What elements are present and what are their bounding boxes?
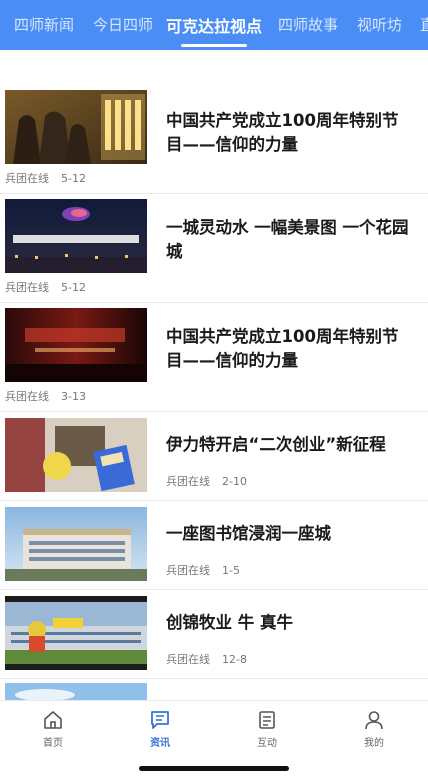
tab-today-sishi[interactable]: 今日四师: [93, 14, 153, 35]
feed-spacer: [0, 50, 428, 88]
tab-sishi-news[interactable]: 四师新闻: [14, 14, 74, 35]
home-icon: [44, 711, 62, 729]
news-item[interactable]: 中国共产党成立100周年特别节目——信仰的力量 兵团在线 5-12: [0, 88, 428, 194]
user-icon: [365, 711, 383, 730]
tab-audio-visual[interactable]: 视听坊: [357, 14, 402, 35]
nav-home[interactable]: 首页: [13, 709, 93, 749]
news-date: 12-8: [222, 653, 247, 666]
news-title: 创锦牧业 牛 真牛: [166, 613, 293, 632]
tab-sishi-stories[interactable]: 四师故事: [278, 14, 338, 35]
news-item[interactable]: 伊力特开启“二次创业”新征程 兵团在线 2-10: [0, 412, 428, 501]
tab-kekedala-view[interactable]: 可克达拉视点: [166, 13, 262, 37]
top-tab-bar: 四师新闻 今日四师 可克达拉视点 四师故事 视听坊 直: [0, 0, 428, 50]
news-icon: [151, 711, 169, 729]
news-date: 5-12: [61, 281, 86, 294]
news-thumbnail: [5, 199, 147, 273]
nav-home-label: 首页: [43, 738, 63, 749]
home-indicator: [139, 766, 289, 771]
news-item[interactable]: 一座图书馆浸润一座城 兵团在线 1-5: [0, 501, 428, 590]
news-date: 3-13: [61, 390, 86, 403]
news-thumbnail: [5, 418, 147, 492]
news-source: 兵团在线: [166, 475, 210, 488]
news-meta: 兵团在线 2-10: [166, 473, 247, 489]
interact-icon: [259, 711, 275, 729]
active-tab-indicator: [181, 44, 247, 47]
news-thumbnail: [5, 90, 147, 164]
news-meta: 兵团在线 3-13: [5, 388, 86, 404]
nav-interact-label: 互动: [257, 738, 277, 749]
news-source: 兵团在线: [5, 390, 49, 403]
news-meta: 兵团在线 5-12: [5, 279, 86, 295]
nav-news-label: 资讯: [150, 738, 170, 749]
news-source: 兵团在线: [166, 653, 210, 666]
news-thumbnail: [5, 308, 147, 382]
news-title: 中国共产党成立100周年特别节目——信仰的力量: [166, 111, 399, 154]
nav-profile-label: 我的: [364, 738, 384, 749]
news-meta: 兵团在线 12-8: [166, 651, 247, 667]
news-title: 一城灵动水 一幅美景图 一个花园城: [166, 218, 409, 261]
news-thumbnail: [5, 507, 147, 581]
news-feed[interactable]: 中国共产党成立100周年特别节目——信仰的力量 兵团在线 5-12 一城灵动水 一…: [0, 50, 428, 700]
nav-interact[interactable]: 互动: [227, 709, 307, 749]
news-date: 5-12: [61, 172, 86, 185]
news-item[interactable]: 一城灵动水 一幅美景图 一个花园城 兵团在线 5-12: [0, 194, 428, 303]
news-title: 中国共产党成立100周年特别节目——信仰的力量: [166, 327, 399, 370]
news-thumbnail-partial: [5, 683, 147, 700]
news-title: 一座图书馆浸润一座城: [166, 524, 331, 543]
news-title: 伊力特开启“二次创业”新征程: [166, 435, 386, 454]
nav-news[interactable]: 资讯: [120, 709, 200, 749]
news-date: 1-5: [222, 564, 240, 577]
news-source: 兵团在线: [5, 281, 49, 294]
news-meta: 兵团在线 5-12: [5, 170, 86, 186]
news-item[interactable]: 中国共产党成立100周年特别节目——信仰的力量 兵团在线 3-13: [0, 303, 428, 412]
tab-live[interactable]: 直: [420, 14, 428, 35]
news-thumbnail: [5, 596, 147, 670]
news-date: 2-10: [222, 475, 247, 488]
nav-profile[interactable]: 我的: [334, 709, 414, 749]
news-item[interactable]: 创锦牧业 牛 真牛 兵团在线 12-8: [0, 590, 428, 679]
news-meta: 兵团在线 1-5: [166, 562, 240, 578]
news-source: 兵团在线: [5, 172, 49, 185]
news-source: 兵团在线: [166, 564, 210, 577]
